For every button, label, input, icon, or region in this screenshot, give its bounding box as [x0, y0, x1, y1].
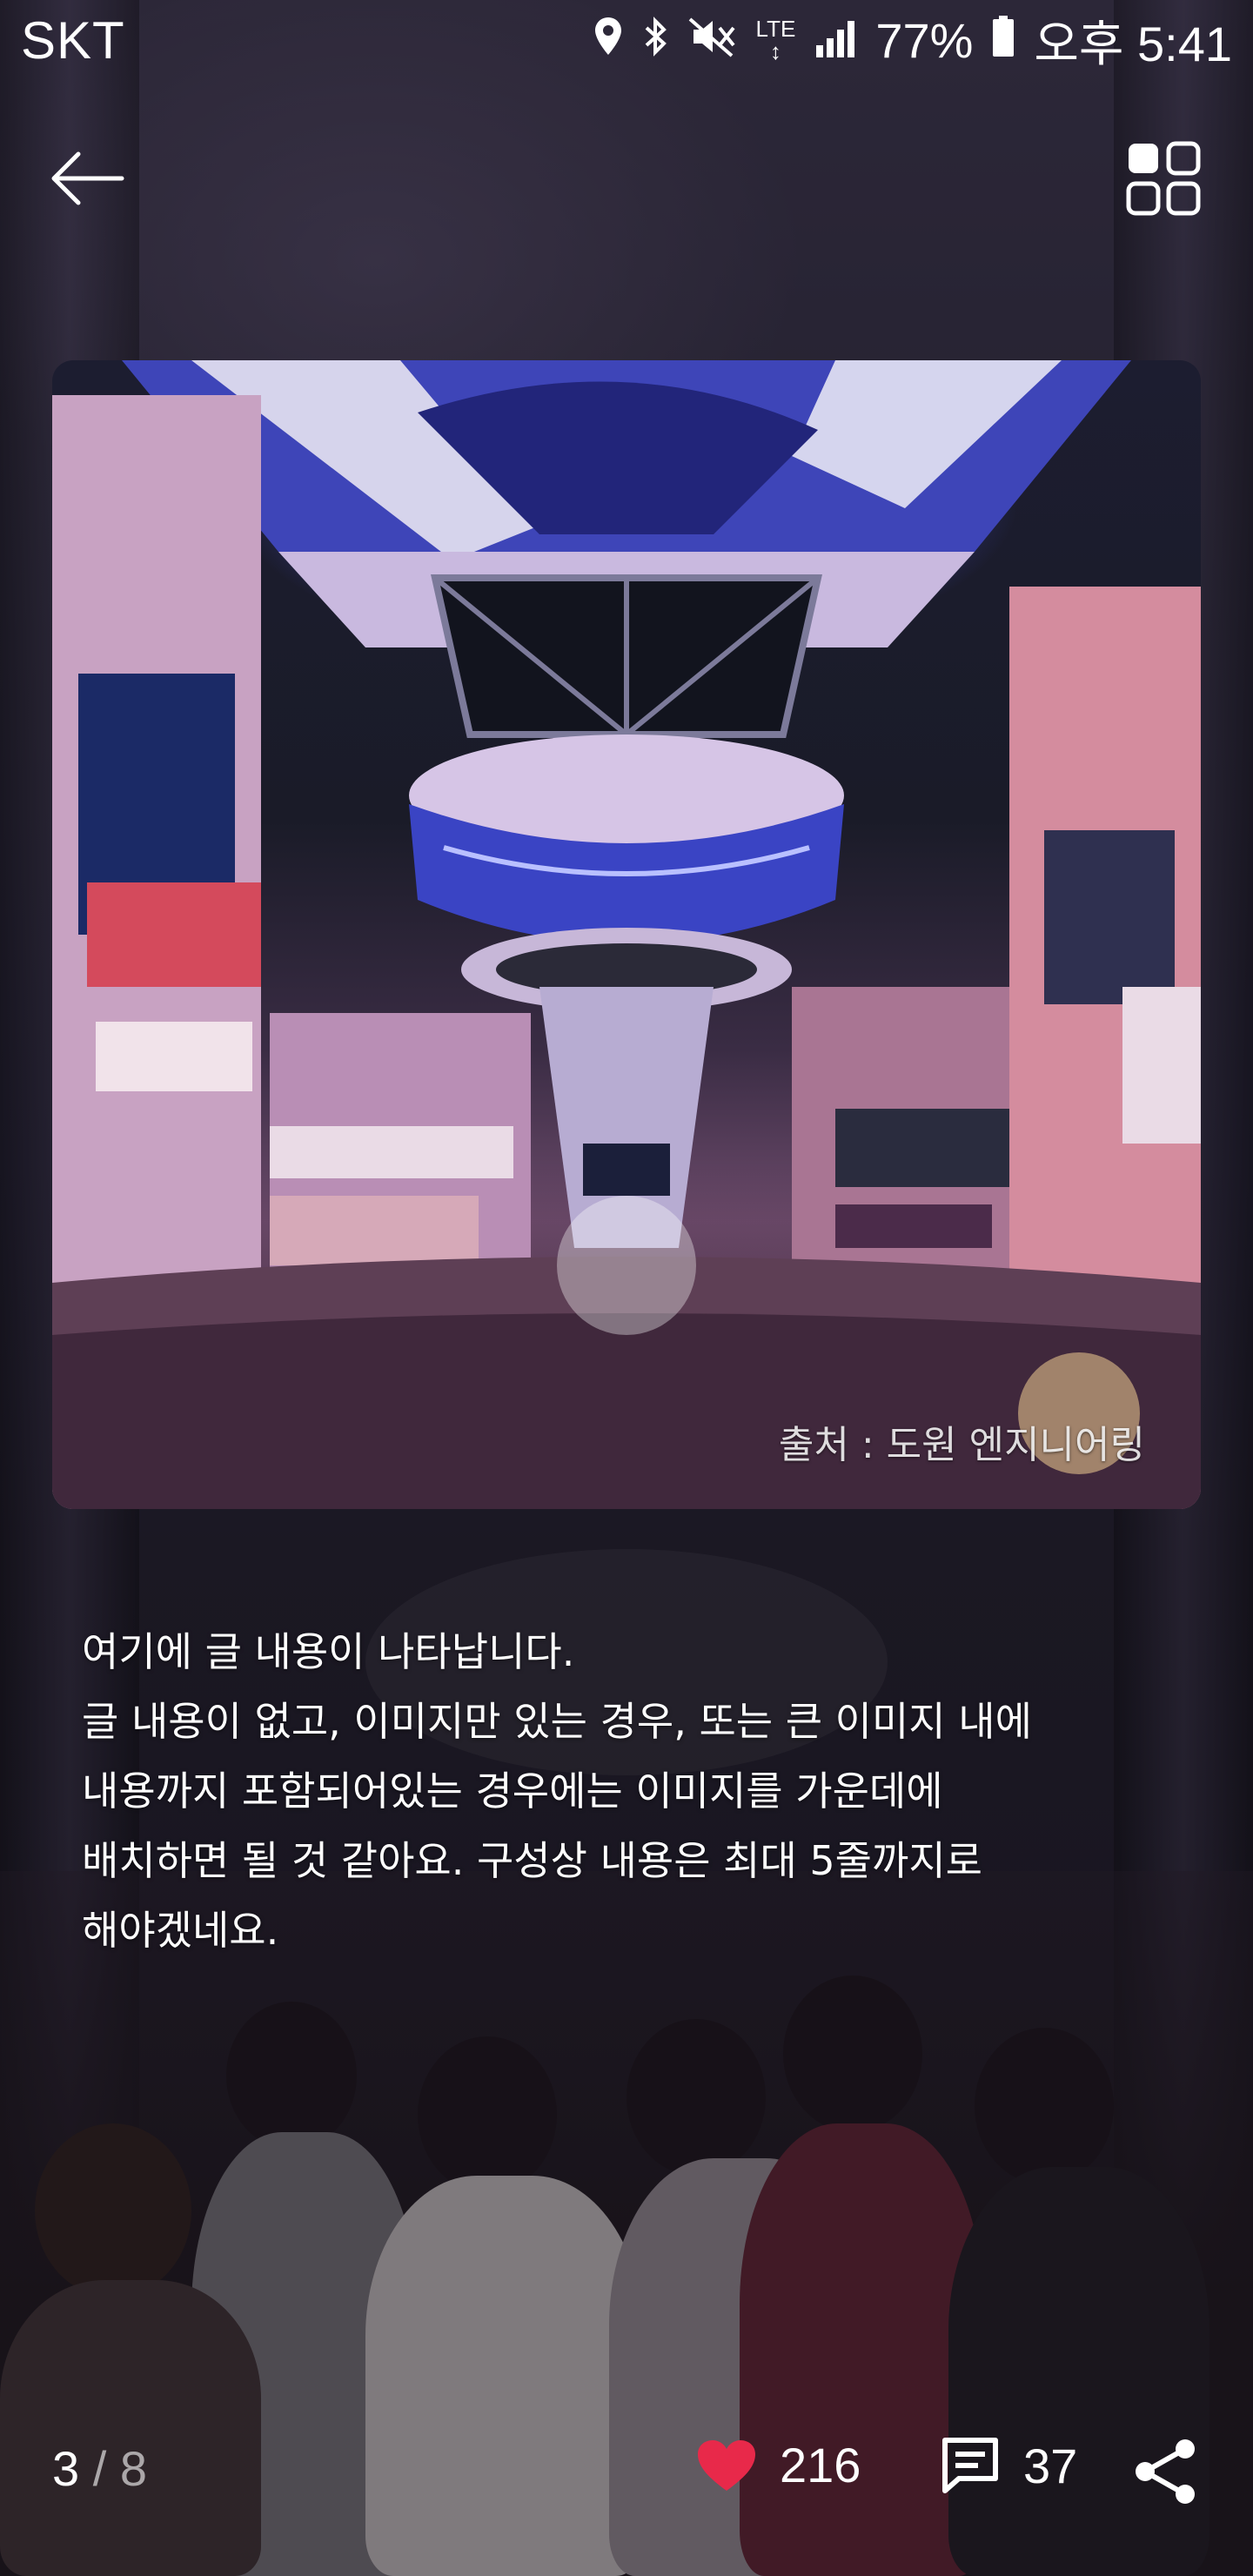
comment-icon	[942, 2438, 998, 2493]
content-line: 글 내용이 없고, 이미지만 있는 경우, 또는 큰 이미지 내에	[82, 1698, 1032, 1745]
bottom-action-bar: 3 / 8 216 37	[0, 2428, 1253, 2524]
battery-percent: 77%	[875, 12, 974, 68]
share-button[interactable]	[1131, 2437, 1201, 2506]
signal-icon	[814, 12, 856, 69]
like-count: 216	[780, 2438, 861, 2492]
page-indicator: 3 / 8	[52, 2440, 147, 2497]
status-bar: SKT LTE ↕ 77% 오후 5:41	[0, 0, 1253, 80]
grid-view-button[interactable]	[1126, 141, 1201, 216]
post-content: 여기에 글 내용이 나타납니다. 글 내용이 없고, 이미지만 있는 경우, 또…	[82, 1617, 1178, 1965]
comment-count: 37	[1023, 2438, 1078, 2493]
lte-label: LTE	[755, 16, 796, 42]
content-line: 배치하면 될 것 같아요. 구성상 내용은 최대 5줄까지로	[82, 1837, 982, 1884]
back-button[interactable]	[44, 139, 131, 218]
battery-icon	[992, 12, 1015, 69]
clock: 오후 5:41	[1034, 16, 1232, 71]
street-canopy-illustration	[52, 360, 1201, 1509]
location-icon	[593, 12, 624, 69]
image-credit: 출처 : 도원 엔지니어링	[778, 1423, 1145, 1467]
page-separator: /	[92, 2441, 107, 2496]
share-icon	[1136, 2439, 1195, 2504]
main-image-card[interactable]: 출처 : 도원 엔지니어링	[52, 360, 1201, 1509]
bluetooth-icon	[643, 12, 669, 69]
lte-icon: LTE ↕	[755, 16, 796, 64]
mute-icon	[688, 12, 737, 69]
comment-button[interactable]: 37	[940, 2437, 1077, 2494]
app-bar	[0, 131, 1253, 226]
carrier-label: SKT	[21, 10, 125, 70]
page-total: 8	[119, 2441, 147, 2496]
content-line: 여기에 글 내용이 나타납니다.	[82, 1628, 575, 1675]
grid-view-icon	[1126, 141, 1201, 216]
content-line: 내용까지 포함되어있는 경우에는 이미지를 가운데에	[82, 1768, 943, 1815]
like-button[interactable]: 216	[696, 2437, 861, 2493]
content-line: 해야겠네요.	[82, 1907, 279, 1954]
page-current: 3	[52, 2441, 80, 2496]
heart-icon	[698, 2439, 755, 2491]
arrow-left-icon	[51, 151, 124, 205]
